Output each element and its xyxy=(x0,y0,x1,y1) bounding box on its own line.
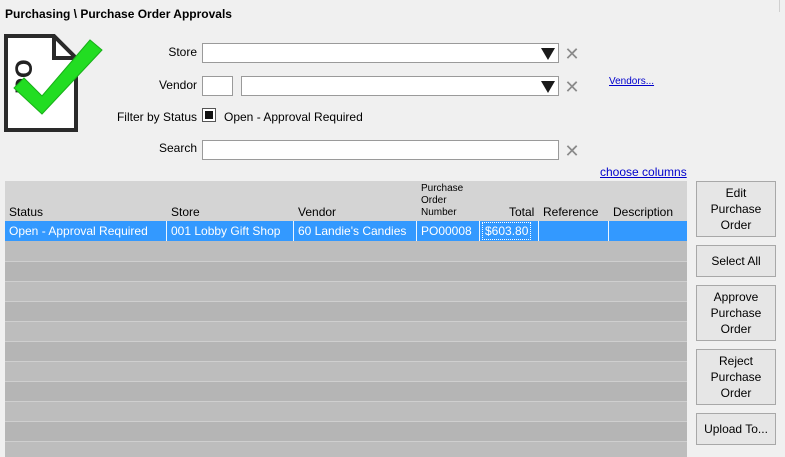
breadcrumb: Purchasing \ Purchase Order Approvals xyxy=(5,7,232,21)
table-row[interactable]: Open - Approval Required 001 Lobby Gift … xyxy=(5,221,687,241)
search-label: Search xyxy=(158,141,197,155)
column-header-status[interactable]: Status xyxy=(9,205,43,219)
purchase-order-approval-icon: PO xyxy=(4,34,104,134)
cell-store: 001 Lobby Gift Shop xyxy=(171,224,281,238)
status-filter-checkbox[interactable] xyxy=(202,108,216,122)
status-filter-label: Filter by Status xyxy=(116,110,197,124)
store-select[interactable] xyxy=(202,43,559,63)
clear-search-icon[interactable]: ✕ xyxy=(564,142,580,160)
grid-header: Status Store Vendor Purchase Order Numbe… xyxy=(5,181,687,221)
search-input[interactable] xyxy=(202,140,559,160)
select-all-button[interactable]: Select All xyxy=(696,245,776,277)
clear-vendor-icon[interactable]: ✕ xyxy=(564,78,580,96)
column-header-vendor[interactable]: Vendor xyxy=(298,205,336,219)
vendors-link[interactable]: Vendors... xyxy=(609,76,654,87)
cell-po-number: PO00008 xyxy=(421,224,472,238)
cell-total[interactable]: $603.80 xyxy=(482,222,532,240)
column-header-po-number[interactable]: Purchase Order Number xyxy=(421,183,463,219)
column-header-store[interactable]: Store xyxy=(171,205,200,219)
approve-purchase-order-button[interactable]: Approve Purchase Order xyxy=(696,285,776,341)
choose-columns-link[interactable]: choose columns xyxy=(600,165,687,179)
store-label: Store xyxy=(168,45,197,59)
window-edge xyxy=(779,0,780,12)
column-header-total[interactable]: Total xyxy=(509,205,534,219)
cell-vendor: 60 Landie's Candies xyxy=(298,224,407,238)
reject-purchase-order-button[interactable]: Reject Purchase Order xyxy=(696,349,776,405)
chevron-down-icon xyxy=(541,81,555,93)
edit-purchase-order-button[interactable]: Edit Purchase Order xyxy=(696,181,776,237)
column-header-description[interactable]: Description xyxy=(613,205,673,219)
vendor-select[interactable] xyxy=(241,76,559,96)
upload-to-button[interactable]: Upload To... xyxy=(696,413,776,445)
vendor-label: Vendor xyxy=(158,78,197,92)
clear-store-icon[interactable]: ✕ xyxy=(564,45,580,63)
vendor-code-input[interactable] xyxy=(202,76,233,96)
status-filter-value: Open - Approval Required xyxy=(224,110,363,124)
chevron-down-icon xyxy=(541,48,555,60)
purchase-order-grid[interactable]: Status Store Vendor Purchase Order Numbe… xyxy=(5,181,687,457)
cell-status: Open - Approval Required xyxy=(9,224,148,238)
column-header-reference[interactable]: Reference xyxy=(543,205,598,219)
